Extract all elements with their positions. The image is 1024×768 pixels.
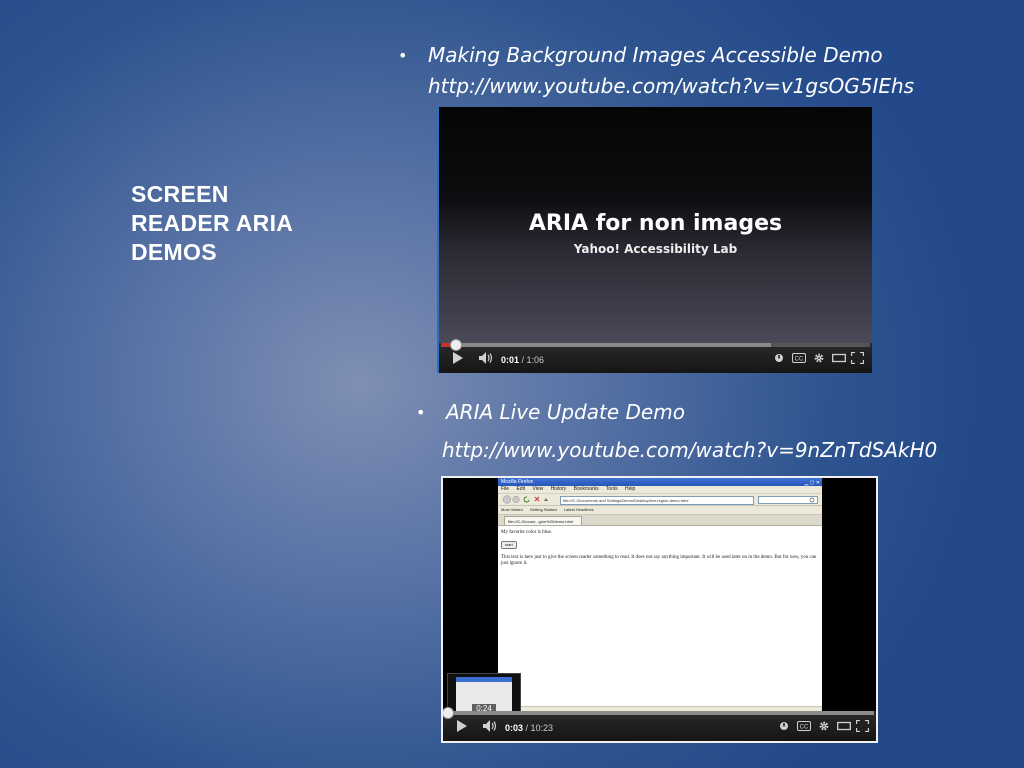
progress-bar[interactable] — [441, 339, 870, 351]
bookmark-item: Getting Started — [529, 507, 557, 512]
gear-icon[interactable] — [818, 719, 830, 737]
fullscreen-icon[interactable] — [850, 351, 865, 369]
video-player-2[interactable]: Mozilla Firefox ▁ ▢ ✕ File Edit View His… — [441, 476, 878, 743]
video-link[interactable]: http://www.youtube.com/watch?v=v1gsOG5IE… — [428, 71, 914, 102]
cc-label: CC — [795, 357, 804, 363]
search-box-icon — [758, 496, 818, 504]
section-title: SCREEN READER ARIA DEMOS — [131, 181, 294, 265]
progress-buffered — [441, 343, 772, 347]
fullscreen-icon[interactable] — [855, 719, 870, 737]
time-display: 0:03 / 10:23 — [505, 721, 553, 735]
theater-icon[interactable] — [837, 719, 851, 737]
bullet-item-background-images: • Making Background Images Accessible De… — [398, 40, 914, 102]
video-controls: 0:01 / 1:06 CC — [439, 339, 872, 373]
browser-tabbar: file:///C:/Docum...gion%20demo.html — [498, 515, 822, 526]
scrubber-handle[interactable] — [443, 707, 455, 719]
bookmarks-bar: Most Visited Getting Started Latest Head… — [498, 506, 822, 515]
window-controls-icon: ▁ ▢ ✕ — [804, 480, 820, 486]
cc-label: CC — [800, 725, 809, 731]
menu-item: Help — [624, 486, 636, 492]
bullet-glyph: • — [398, 46, 408, 65]
browser-menubar: File Edit View History Bookmarks Tools H… — [498, 486, 822, 494]
video-player-1[interactable]: ARIA for non images Yahoo! Accessibility… — [437, 107, 872, 373]
volume-icon[interactable] — [483, 719, 497, 737]
page-paragraph: This text is here just to give the scree… — [501, 555, 817, 566]
bullet-label: ARIA Live Update Demo — [446, 400, 685, 424]
browser-tab: file:///C:/Docum...gion%20demo.html — [504, 516, 582, 525]
bookmark-item: Latest Headlines — [563, 507, 594, 512]
browser-window-title: Mozilla Firefox — [501, 479, 534, 485]
bullet-item-live-update: • ARIA Live Update Demo http://www.youtu… — [416, 397, 937, 466]
cc-icon[interactable]: CC — [797, 719, 811, 737]
browser-navbar: file:///C:/Documents and Settings/Demo/D… — [498, 494, 822, 506]
progress-buffered — [445, 711, 874, 715]
bullet-label: Making Background Images Accessible Demo — [428, 43, 883, 67]
play-icon[interactable] — [457, 719, 467, 737]
annotations-icon[interactable] — [774, 351, 784, 369]
browser-titlebar: Mozilla Firefox ▁ ▢ ✕ — [498, 478, 822, 486]
annotations-icon[interactable] — [779, 719, 789, 737]
scrubber-handle[interactable] — [450, 339, 463, 351]
browser-page-content: My favorite color is blue. start This te… — [498, 526, 822, 704]
menu-item: File — [501, 486, 510, 492]
duration: / 1:06 — [521, 355, 545, 365]
menu-item: View — [532, 486, 544, 492]
video-link[interactable]: http://www.youtube.com/watch?v=9nZnTdSAk… — [442, 435, 937, 466]
duration: / 10:23 — [525, 723, 554, 733]
video-screen-title: ARIA for non images — [528, 211, 783, 236]
current-time: 0:03 — [505, 723, 524, 733]
gear-icon[interactable] — [813, 351, 825, 369]
video-controls: 0:03 / 10:23 CC — [443, 707, 876, 741]
browser-url-bar: file:///C:/Documents and Settings/Demo/D… — [560, 496, 754, 505]
video-screen-subtitle: Yahoo! Accessibility Lab — [573, 242, 738, 256]
theater-icon[interactable] — [832, 351, 846, 369]
play-icon[interactable] — [453, 351, 463, 369]
current-time: 0:01 — [501, 355, 520, 365]
bookmark-item: Most Visited — [501, 507, 523, 512]
menu-item: History — [550, 486, 567, 492]
menu-item: Edit — [516, 486, 526, 492]
menu-item: Tools — [605, 486, 618, 492]
time-display: 0:01 / 1:06 — [501, 353, 544, 367]
menu-item: Bookmarks — [573, 486, 599, 492]
video-screen[interactable]: ARIA for non images Yahoo! Accessibility… — [439, 107, 872, 343]
recorded-browser-window: Mozilla Firefox ▁ ▢ ✕ File Edit View His… — [498, 478, 822, 722]
nav-buttons-icon — [502, 495, 548, 504]
bullet-glyph: • — [416, 403, 426, 422]
page-start-button: start — [501, 541, 517, 549]
cc-icon[interactable]: CC — [792, 351, 806, 369]
progress-bar[interactable] — [443, 707, 874, 719]
volume-icon[interactable] — [479, 351, 493, 369]
page-text-line: My favorite color is blue. — [501, 530, 552, 535]
